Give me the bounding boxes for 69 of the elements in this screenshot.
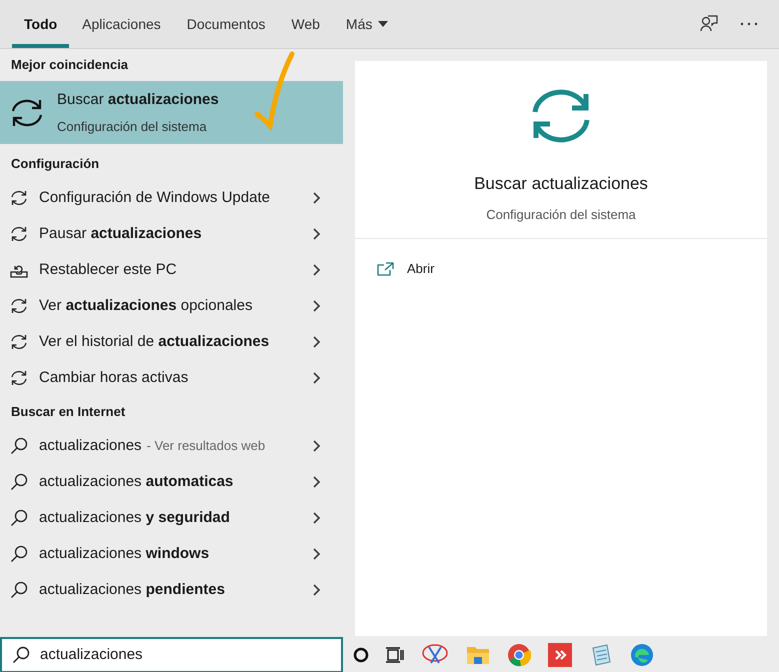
open-action[interactable]: Abrir xyxy=(377,257,767,281)
check-mark-icon xyxy=(254,50,296,130)
cortana-icon[interactable] xyxy=(353,646,369,662)
section-heading: Configuración xyxy=(10,155,100,174)
chevron-right-icon[interactable] xyxy=(313,548,321,560)
more-icon xyxy=(740,22,758,26)
result-hint: - Ver resultados web xyxy=(146,436,266,455)
chevron-right-icon[interactable] xyxy=(313,512,321,524)
chevron-right-icon[interactable] xyxy=(313,476,321,488)
best-match-subtitle: Configuración del sistema xyxy=(57,118,208,136)
sync-icon xyxy=(10,297,28,315)
result-label: actualizaciones pendientes xyxy=(39,580,225,600)
web-result[interactable]: actualizaciones automaticas xyxy=(0,464,343,500)
scissors-app-icon[interactable] xyxy=(421,642,449,666)
sync-icon xyxy=(10,369,28,387)
web-result[interactable]: actualizaciones y seguridad xyxy=(0,500,343,536)
tab[interactable]: Web xyxy=(278,0,333,48)
result-label: Restablecer este PC xyxy=(39,260,178,280)
sync-icon xyxy=(10,189,28,207)
chevron-right-icon[interactable] xyxy=(313,336,321,348)
search-icon xyxy=(10,473,28,491)
section-heading: Buscar en Internet xyxy=(10,403,126,422)
chevron-right-icon[interactable] xyxy=(313,372,321,384)
settings-result[interactable]: Ver el historial de actualizaciones xyxy=(0,324,343,360)
settings-result[interactable]: Ver actualizaciones opcionales xyxy=(0,288,343,324)
chevron-right-icon[interactable] xyxy=(313,228,321,240)
chevron-right-icon[interactable] xyxy=(313,192,321,204)
search-icon xyxy=(10,437,28,455)
chevron-right-icon[interactable] xyxy=(313,584,321,596)
preview-subtitle: Configuración del sistema xyxy=(486,206,636,224)
open-icon xyxy=(377,262,394,276)
remote-app-icon[interactable] xyxy=(548,642,572,666)
chevron-right-icon[interactable] xyxy=(313,300,321,312)
result-label: Ver actualizaciones opcionales xyxy=(39,296,254,316)
settings-result[interactable]: Restablecer este PC xyxy=(0,252,343,288)
result-label: actualizaciones xyxy=(39,436,142,456)
result-label: actualizaciones y seguridad xyxy=(39,508,230,528)
result-label: Cambiar horas activas xyxy=(39,368,190,388)
result-label: Pausar actualizaciones xyxy=(39,224,203,244)
best-match-title: Buscar actualizaciones xyxy=(57,90,219,110)
search-icon xyxy=(12,646,30,664)
search-icon xyxy=(10,545,28,563)
best-match-item[interactable]: Buscar actualizaciones Configuración del sistema xyxy=(0,81,343,144)
web-result[interactable]: actualizaciones windows xyxy=(0,536,343,572)
search-icon xyxy=(10,581,28,599)
chrome-icon[interactable] xyxy=(507,642,531,666)
tab[interactable]: Más xyxy=(332,0,402,48)
tab[interactable]: Aplicaciones xyxy=(69,0,174,48)
chevron-right-icon[interactable] xyxy=(313,264,321,276)
settings-result[interactable]: Pausar actualizaciones xyxy=(0,216,343,252)
preview-title: Buscar actualizaciones xyxy=(474,173,648,195)
result-label: Ver el historial de actualizaciones xyxy=(39,332,270,352)
settings-result[interactable]: Configuración de Windows Update xyxy=(0,180,343,216)
edge-icon[interactable] xyxy=(630,642,654,666)
search-field[interactable]: actualizaciones xyxy=(0,637,343,672)
web-result[interactable]: actualizaciones pendientes xyxy=(0,572,343,608)
result-label: Configuración de Windows Update xyxy=(39,188,271,208)
web-result[interactable]: actualizaciones - Ver resultados web xyxy=(0,428,343,464)
sync-icon xyxy=(10,225,28,243)
section-heading: Mejor coincidencia xyxy=(10,56,130,74)
tab[interactable]: Documentos xyxy=(174,0,278,48)
result-label: actualizaciones windows xyxy=(39,544,210,564)
feedback-icon xyxy=(700,15,718,33)
result-label: actualizaciones automaticas xyxy=(39,472,234,492)
settings-result[interactable]: Cambiar horas activas xyxy=(0,360,343,396)
sync-icon xyxy=(10,333,28,351)
task-view-icon[interactable] xyxy=(386,646,404,662)
chevron-right-icon[interactable] xyxy=(313,440,321,452)
search-icon xyxy=(10,509,28,527)
